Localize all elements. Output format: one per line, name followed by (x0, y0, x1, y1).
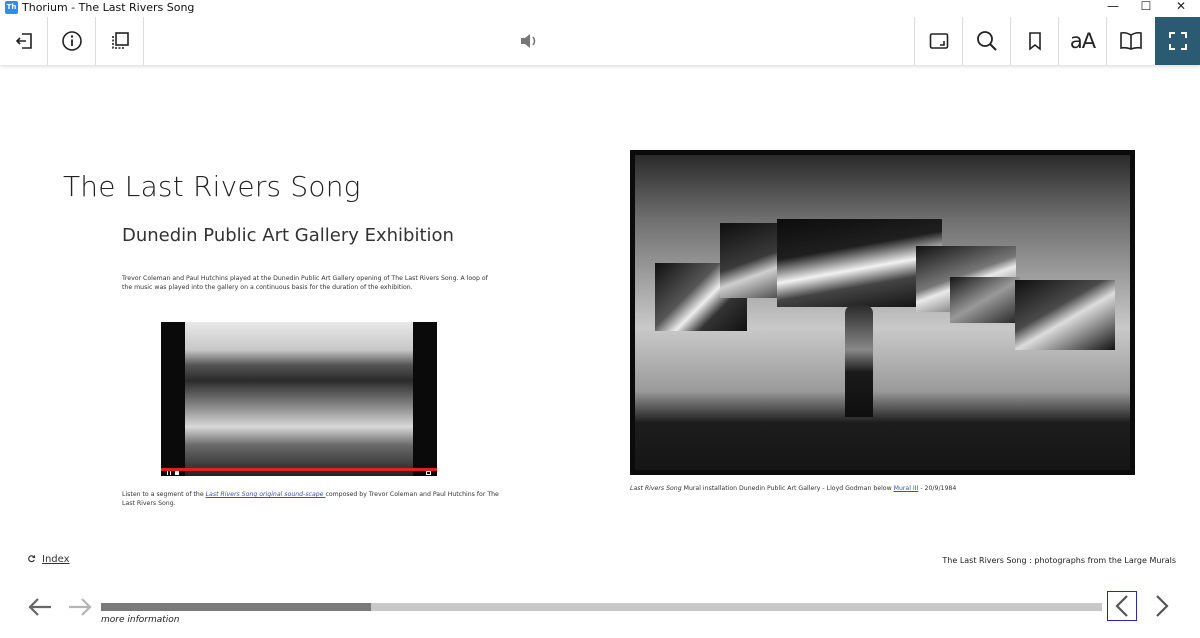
arrow-left-icon (28, 598, 51, 616)
video-caption-pre: Listen to a segment of the (122, 491, 206, 498)
info-button[interactable] (48, 17, 96, 65)
reading-progress-fill (101, 603, 372, 611)
mural-panel (950, 277, 1020, 323)
close-button[interactable]: ✕ (1166, 0, 1196, 17)
intro-paragraph: Trevor Coleman and Paul Hutchins played … (122, 275, 488, 291)
photo-caption-mid: Mural installation Dunedin Public Art Ga… (681, 485, 894, 492)
table-of-contents-icon (111, 32, 129, 49)
previous-page-button[interactable] (1107, 591, 1137, 621)
pause-icon[interactable] (167, 471, 171, 475)
chevron-left-icon (1115, 595, 1128, 617)
search-icon (976, 31, 997, 51)
refresh-icon (28, 555, 36, 563)
bookmark-icon (1028, 32, 1041, 51)
artist-figure (845, 305, 873, 417)
page-title: The Last Rivers Song (63, 170, 361, 203)
index-link[interactable]: Index (27, 554, 70, 565)
text-settings-button[interactable]: aA (1058, 17, 1106, 65)
photo-gallery-wall (635, 155, 1130, 470)
index-label[interactable]: Index (42, 554, 70, 565)
fullscreen-button[interactable] (1155, 17, 1200, 65)
info-icon (61, 31, 82, 51)
mural-panel (1015, 280, 1115, 350)
skip-icon[interactable] (175, 471, 179, 475)
mural-photograph (630, 150, 1135, 475)
audio-volume-icon (520, 34, 535, 48)
fit-screen-icon (929, 33, 948, 49)
next-page-button[interactable] (1147, 591, 1177, 621)
arrow-right-icon (69, 598, 92, 616)
chevron-right-icon (1156, 595, 1169, 617)
maximize-button[interactable]: ☐ (1131, 0, 1161, 17)
embedded-video-player[interactable] (161, 322, 437, 476)
table-of-contents-button[interactable] (96, 17, 144, 65)
video-caption: Listen to a segment of the Last Rivers S… (122, 490, 502, 508)
soundscape-link[interactable]: Last Rivers Song original sound-scape (206, 491, 326, 498)
search-button[interactable] (962, 17, 1010, 65)
back-to-library-icon (15, 33, 32, 49)
text-settings-icon: aA (1069, 29, 1096, 53)
photo-caption-end: - 20/9/1984 (918, 485, 957, 492)
history-back-button[interactable] (26, 594, 54, 620)
photo-caption-italic: Last Rivers Song (630, 485, 682, 492)
page-subtitle: Dunedin Public Art Gallery Exhibition (122, 225, 454, 246)
back-to-library-button[interactable] (0, 17, 48, 65)
bookmark-button[interactable] (1010, 17, 1058, 65)
history-forward-button[interactable] (66, 594, 94, 620)
audio-volume-button[interactable] (505, 17, 552, 65)
fullscreen-icon (1168, 32, 1187, 50)
fit-screen-button[interactable] (914, 17, 962, 65)
section-title-footer: The Last Rivers Song : photographs from … (942, 556, 1176, 565)
reader-toolbar: aA (0, 17, 1200, 65)
more-information-label: more information (101, 615, 180, 625)
fullscreen-video-icon[interactable] (426, 471, 431, 475)
window-titlebar: Th Thorium - The Last Rivers Song — ☐ ✕ (0, 0, 1200, 17)
video-controls[interactable] (165, 471, 433, 476)
reading-mode-button[interactable] (1106, 17, 1154, 65)
app-icon: Th (5, 1, 18, 14)
video-frame (185, 322, 413, 476)
photo-caption: Last Rivers Song Mural installation Dune… (630, 484, 1150, 493)
window-title: Thorium - The Last Rivers Song (22, 1, 195, 14)
reading-progress-bar[interactable] (101, 603, 1102, 611)
reading-mode-icon (1119, 31, 1142, 50)
minimize-button[interactable]: — (1098, 0, 1128, 17)
mural-iii-link[interactable]: Mural III (894, 485, 919, 492)
